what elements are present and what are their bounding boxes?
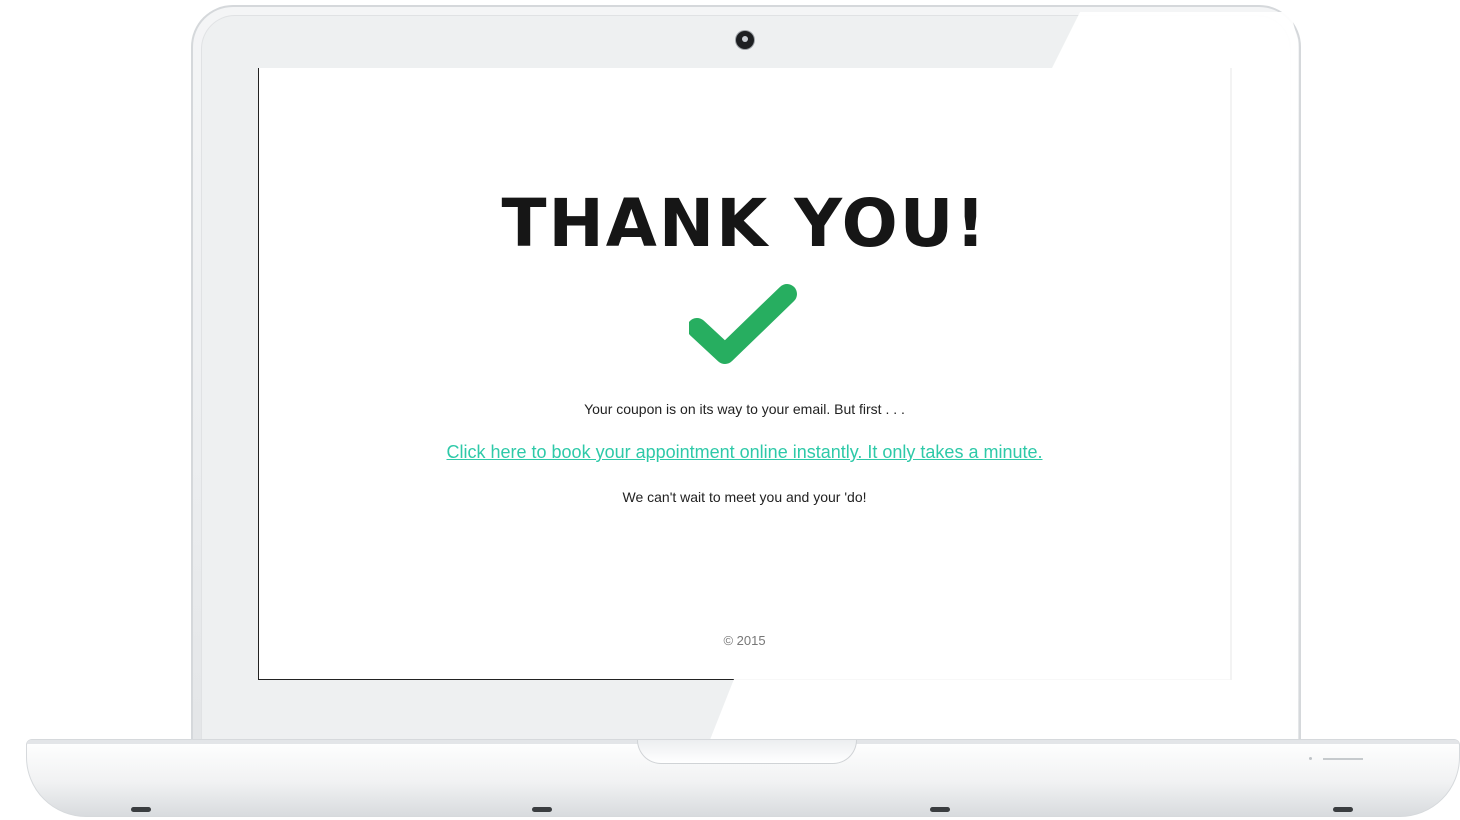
rubber-foot [532, 807, 552, 812]
side-slot [1323, 758, 1363, 760]
power-led-icon [1309, 757, 1312, 760]
laptop-base [26, 739, 1460, 817]
rubber-foot [131, 807, 151, 812]
rubber-foot [930, 807, 950, 812]
copyright-footer: © 2015 [723, 633, 766, 648]
closing-message: We can't wait to meet you and your 'do! [622, 489, 867, 505]
laptop-screen: THANK YOU! Your coupon is on its way to … [258, 68, 1232, 680]
check-icon [689, 284, 797, 364]
book-appointment-link[interactable]: Click here to book your appointment onli… [259, 442, 1230, 463]
page-title: THANK YOU! [501, 185, 988, 262]
camera-icon [736, 31, 754, 49]
open-notch [637, 740, 857, 764]
laptop-mockup: THANK YOU! Your coupon is on its way to … [0, 0, 1460, 820]
rubber-foot [1333, 807, 1353, 812]
coupon-message: Your coupon is on its way to your email.… [584, 401, 905, 417]
